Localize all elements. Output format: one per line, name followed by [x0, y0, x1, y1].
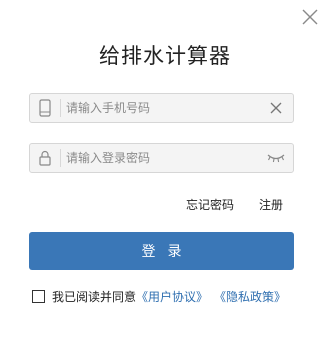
close-button[interactable]	[297, 4, 323, 30]
phone-icon	[30, 94, 60, 122]
phone-input[interactable]	[66, 94, 256, 122]
agreement-row: 我已阅读并同意 《用户协议》 《隐私政策》	[32, 288, 286, 304]
toggle-password-visibility-button[interactable]	[265, 144, 287, 172]
privacy-policy-link[interactable]: 《隐私政策》	[214, 288, 286, 305]
phone-field[interactable]	[29, 93, 294, 123]
close-icon	[302, 9, 318, 25]
field-divider	[60, 149, 61, 167]
eye-closed-icon	[267, 154, 285, 163]
agreement-text: 我已阅读并同意	[52, 289, 137, 304]
user-agreement-link[interactable]: 《用户协议》	[136, 288, 208, 305]
field-divider	[60, 99, 61, 117]
clear-button[interactable]	[265, 94, 287, 122]
login-button[interactable]: 登录	[29, 232, 294, 270]
dialog-title: 给排水计算器	[99, 44, 231, 68]
login-dialog: 给排水计算器 请输入手机号码 忘记密码 注册 登录 我已阅读并同意 《用户协议》…	[0, 0, 330, 357]
clear-icon	[270, 102, 282, 114]
agreement-checkbox[interactable]	[32, 289, 45, 303]
lock-icon	[30, 144, 60, 172]
password-field[interactable]	[29, 143, 294, 173]
register-link[interactable]: 注册	[259, 196, 283, 213]
forgot-password-link[interactable]: 忘记密码	[186, 196, 234, 213]
password-input[interactable]	[66, 144, 256, 172]
